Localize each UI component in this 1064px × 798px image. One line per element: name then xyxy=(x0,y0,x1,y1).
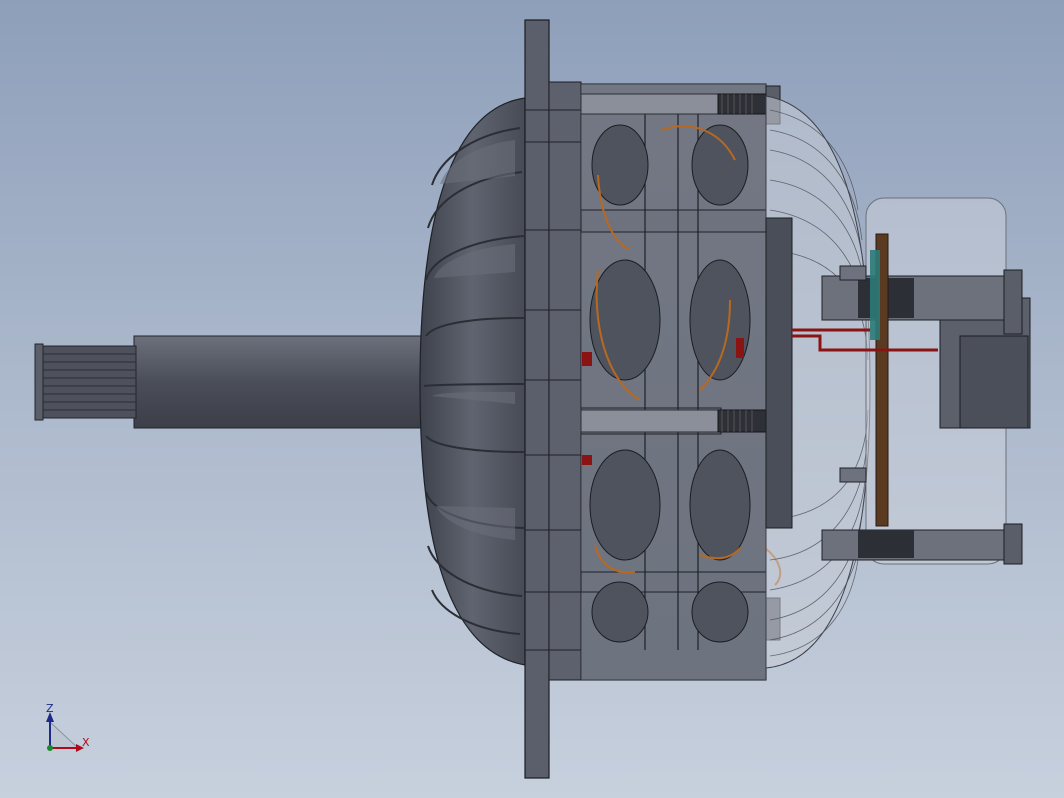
shaft[interactable] xyxy=(34,335,425,429)
mounting-flange[interactable] xyxy=(524,19,582,779)
rear-cover[interactable] xyxy=(765,95,871,669)
y-axis-origin xyxy=(47,745,53,751)
view-triad: Z X xyxy=(46,702,90,752)
finned-end-cap[interactable] xyxy=(419,97,526,666)
z-axis-label: Z xyxy=(46,702,54,715)
stator-body[interactable] xyxy=(580,83,782,681)
graphics-viewport[interactable]: Z X xyxy=(0,0,1064,798)
model-view[interactable]: Z X xyxy=(0,0,1064,798)
x-axis-label: X xyxy=(82,736,90,749)
